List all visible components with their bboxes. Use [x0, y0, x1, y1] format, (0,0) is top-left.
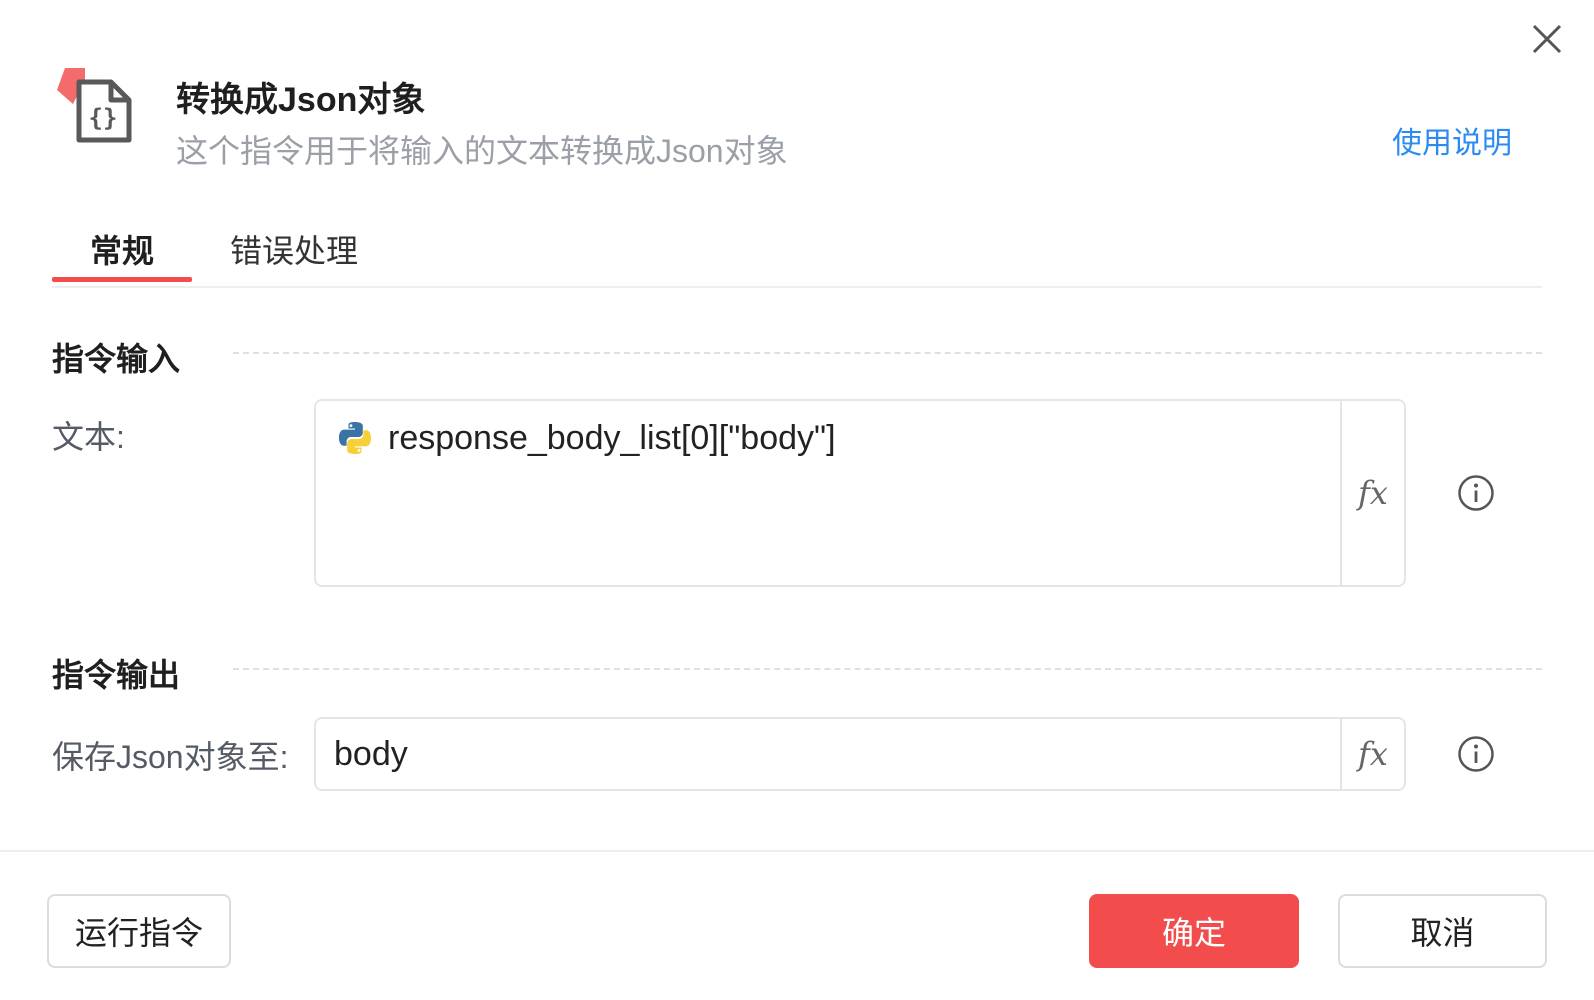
fx-label: fx [1358, 735, 1388, 773]
confirm-button[interactable]: 确定 [1089, 894, 1299, 968]
svg-text:{}: {} [89, 104, 118, 132]
text-input-value: response_body_list[0]["body"] [388, 419, 836, 457]
dialog-title: 转换成Json对象 [176, 81, 426, 119]
fx-button[interactable]: fx [1340, 719, 1404, 789]
help-link[interactable]: 使用说明 [1392, 118, 1512, 162]
run-command-button[interactable]: 运行指令 [47, 894, 231, 968]
fx-label: fx [1358, 474, 1388, 512]
footer-divider [0, 850, 1594, 852]
section-divider [233, 668, 1542, 670]
section-divider [233, 352, 1542, 354]
python-icon [339, 422, 371, 454]
close-button[interactable] [1530, 22, 1564, 56]
output-section-title: 指令输出 [52, 657, 181, 693]
info-icon[interactable] [1457, 474, 1495, 512]
save-variable-value: body [334, 735, 408, 773]
tab-bar: 常规 错误处理 [52, 220, 1542, 288]
fx-button[interactable]: fx [1340, 401, 1404, 585]
json-file-icon: {} [55, 68, 135, 148]
dialog-subtitle: 这个指令用于将输入的文本转换成Json对象 [176, 133, 788, 169]
save-field-label: 保存Json对象至: [52, 739, 289, 775]
text-field-label: 文本: [52, 419, 125, 455]
tab-general[interactable]: 常规 [90, 226, 154, 272]
tab-error-handling[interactable]: 错误处理 [230, 226, 358, 272]
cancel-button[interactable]: 取消 [1338, 894, 1547, 968]
active-tab-indicator [52, 277, 192, 282]
input-section-title: 指令输入 [52, 341, 181, 377]
close-icon [1532, 24, 1562, 54]
info-icon[interactable] [1457, 735, 1495, 773]
save-variable-input[interactable]: body fx [314, 717, 1406, 791]
text-input[interactable]: response_body_list[0]["body"] fx [314, 399, 1406, 587]
